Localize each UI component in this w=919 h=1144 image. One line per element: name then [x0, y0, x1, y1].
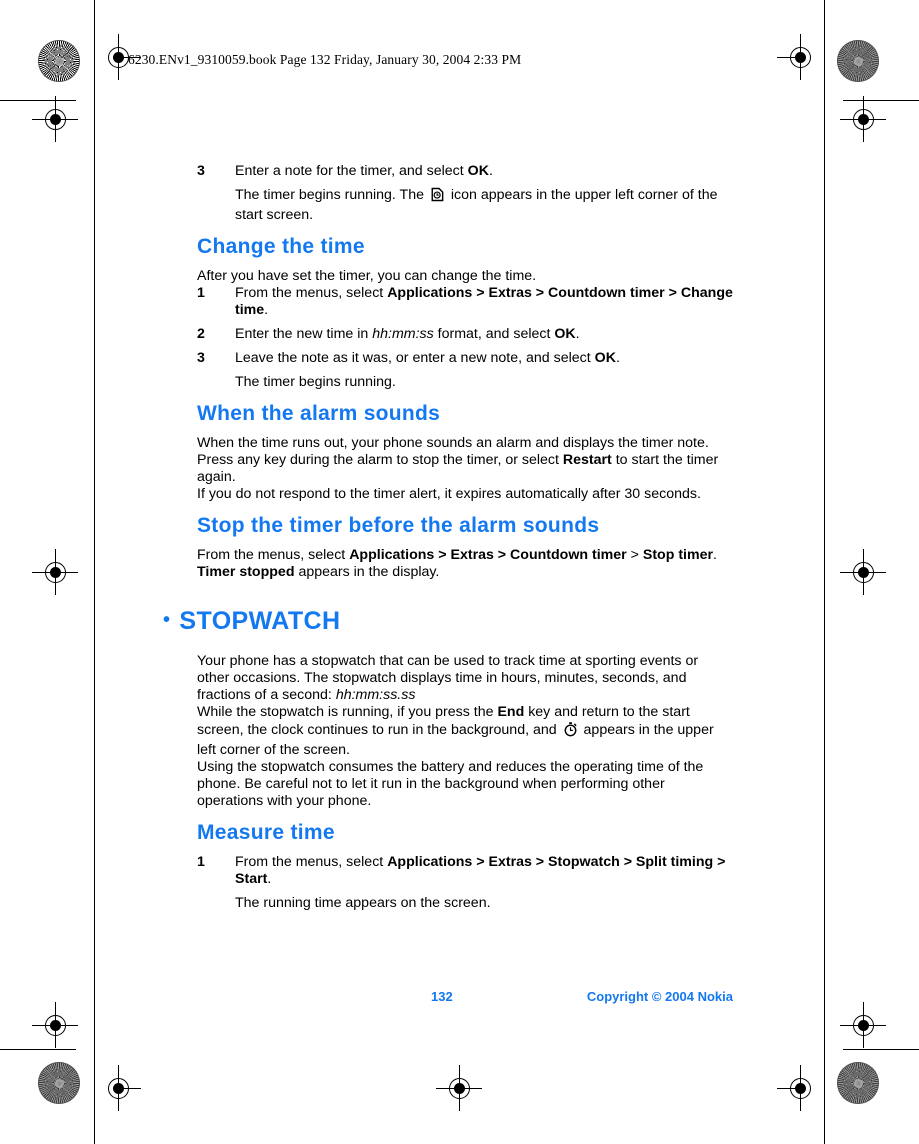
text-run: appears in the display. — [294, 564, 440, 580]
density-starburst-top-right — [837, 40, 879, 82]
copyright-notice: Copyright © 2004 Nokia — [586, 989, 733, 1004]
text-run: While the stopwatch is running, if you p… — [197, 704, 498, 720]
registration-crosshair-bottom-left-outer — [32, 1002, 78, 1048]
registration-crosshair-bottom-left-inner — [95, 1065, 141, 1111]
text-run: Your phone has a stopwatch that can be u… — [197, 653, 699, 703]
trim-line-top-left-horizontal — [0, 100, 76, 101]
chapter-title-text: STOPWATCH — [179, 607, 341, 635]
text-run: From the menus, select — [197, 547, 350, 563]
paragraph-alarm-2: Press any key during the alarm to stop t… — [197, 452, 733, 486]
ui-term: End — [497, 704, 525, 720]
list-number: 2 — [197, 326, 205, 342]
density-starburst-bottom-left — [38, 1062, 80, 1104]
text-run: From the menus, select — [235, 285, 388, 301]
text-run: . — [488, 163, 493, 179]
text-run: > — [626, 547, 643, 563]
trim-line-right-vertical — [824, 0, 825, 1144]
registration-crosshair-top-right-outer — [840, 96, 886, 142]
text-run: format, and select — [433, 326, 555, 342]
list-item: 3 Enter a note for the timer, and select… — [197, 163, 733, 180]
section-heading-measure-time: Measure time — [197, 821, 335, 844]
format-token: hh:mm:ss.ss — [335, 687, 416, 703]
page-content: 3 Enter a note for the timer, and select… — [163, 163, 733, 921]
ui-term: Timer stopped — [197, 564, 295, 580]
list-item-subtext: The timer begins running. The icon appea… — [197, 187, 733, 224]
text-run: . — [575, 326, 580, 342]
chapter-heading-stopwatch: • STOPWATCH — [163, 607, 733, 635]
list-item-subtext: The running time appears on the screen. — [235, 895, 491, 911]
section-heading-change-the-time: Change the time — [197, 235, 365, 258]
list-item-text: Enter a note for the timer, and select O… — [235, 163, 493, 179]
menu-path: Stop timer — [642, 547, 714, 563]
page-footer: 132 Copyright © 2004 Nokia — [197, 989, 733, 1004]
list-item-text: Leave the note as it was, or enter a new… — [235, 350, 620, 366]
density-starburst-bottom-right — [837, 1062, 879, 1104]
trim-line-bottom-left-horizontal — [0, 1049, 76, 1050]
text-run: Press any key during the alarm to stop t… — [197, 452, 563, 468]
ui-term: OK — [467, 163, 489, 179]
density-starburst-top-left — [38, 40, 80, 82]
text-run: Enter a note for the timer, and select — [235, 163, 468, 179]
registration-crosshair-bottom-right-inner — [777, 1065, 823, 1111]
text-run: Enter the new time in — [235, 326, 373, 342]
list-item-text: Enter the new time in hh:mm:ss format, a… — [235, 326, 580, 342]
paragraph-stopwatch-3: Using the stopwatch consumes the battery… — [197, 759, 704, 809]
page-number: 132 — [431, 989, 453, 1004]
paragraph-stopwatch-1: Your phone has a stopwatch that can be u… — [197, 653, 733, 704]
bullet-icon: • — [163, 609, 171, 631]
paragraph-stop-timer-path: From the menus, select Applications > Ex… — [197, 547, 733, 564]
text-run: From the menus, select — [235, 854, 388, 870]
list-item-text: From the menus, select Applications > Ex… — [235, 285, 733, 318]
registration-crosshair-bottom-right-outer — [840, 1002, 886, 1048]
registration-crosshair-mid-right — [840, 549, 886, 595]
text-run: Leave the note as it was, or enter a new… — [235, 350, 595, 366]
section-heading-when-the-alarm-sounds: When the alarm sounds — [197, 402, 441, 425]
registration-crosshair-top-left-outer — [32, 96, 78, 142]
list-number: 3 — [197, 350, 205, 366]
text-run: The timer begins running. The — [235, 187, 428, 203]
stopwatch-icon — [563, 721, 578, 742]
list-item-text: From the menus, select Applications > Ex… — [235, 854, 725, 887]
paragraph-timer-stopped: Timer stopped appears in the display. — [197, 564, 733, 581]
registration-crosshair-top-right-inner — [777, 34, 823, 80]
ui-term: OK — [554, 326, 576, 342]
ui-term: OK — [594, 350, 616, 366]
trim-line-left-vertical — [94, 0, 95, 1144]
ui-term: Restart — [562, 452, 612, 468]
list-item: 2 Enter the new time in hh:mm:ss format,… — [197, 326, 733, 343]
text-run: . — [713, 547, 717, 563]
timer-note-icon — [430, 187, 445, 207]
section-heading-stop-the-timer: Stop the timer before the alarm sounds — [197, 514, 600, 537]
list-item: 1 From the menus, select Applications > … — [197, 285, 733, 319]
book-file-stamp: 6230.ENv1_9310059.book Page 132 Friday, … — [128, 52, 522, 67]
paragraph-change-time-intro: After you have set the timer, you can ch… — [197, 268, 537, 284]
trim-line-top-right-horizontal — [843, 100, 919, 101]
format-token: hh:mm:ss — [372, 326, 434, 342]
list-item: 1 From the menus, select Applications > … — [197, 854, 733, 888]
paragraph-stopwatch-2: While the stopwatch is running, if you p… — [197, 704, 733, 759]
registration-crosshair-mid-left — [32, 549, 78, 595]
registration-crosshair-bottom-center — [436, 1065, 482, 1111]
text-run: . — [267, 871, 272, 887]
text-run: . — [264, 302, 269, 318]
list-item-subtext: The timer begins running. — [235, 374, 396, 390]
list-number: 1 — [197, 285, 205, 301]
list-number: 3 — [197, 163, 205, 179]
trim-line-bottom-right-horizontal — [843, 1049, 919, 1050]
menu-path: Applications > Extras > Countdown timer — [349, 547, 627, 563]
paragraph-alarm-1: When the time runs out, your phone sound… — [197, 435, 709, 451]
list-number: 1 — [197, 854, 205, 870]
text-run: . — [615, 350, 620, 366]
list-item: 3 Leave the note as it was, or enter a n… — [197, 350, 733, 367]
paragraph-alarm-3: If you do not respond to the timer alert… — [197, 486, 701, 502]
